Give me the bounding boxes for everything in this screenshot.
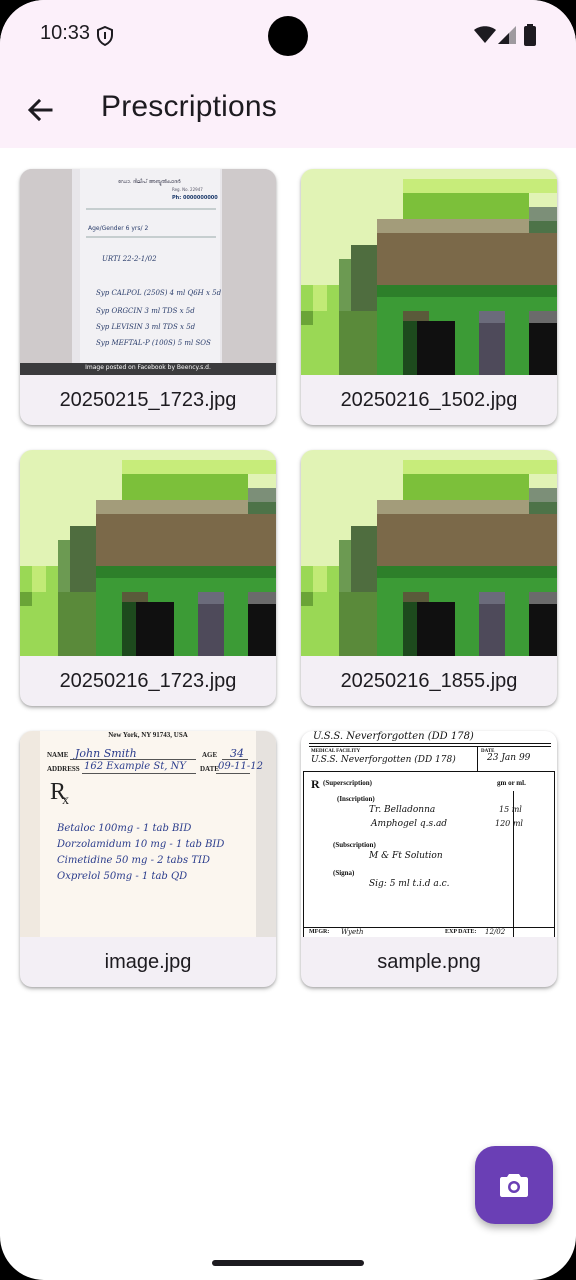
shield-icon	[97, 26, 113, 46]
camera-cutout	[268, 16, 308, 56]
image-filename: 20250215_1723.jpg	[59, 388, 237, 411]
photo-line-1: Age/Gender 6 yrs/ 2	[88, 225, 149, 232]
form-ship-top: U.S.S. Neverforgotten (DD 178)	[313, 731, 474, 742]
rx-paper-edge	[20, 731, 40, 937]
image-thumbnail	[20, 450, 276, 656]
photo-line-5: Syp LEVISIN 3 ml TDS x 5d	[96, 323, 196, 331]
camera-icon	[500, 1174, 528, 1197]
status-bar: 10:33	[0, 0, 576, 72]
form-facility-value: U.S.S. Neverforgotten (DD 178)	[311, 755, 456, 765]
form-exp-label: EXP DATE:	[445, 929, 477, 935]
image-thumbnail	[301, 450, 557, 656]
rx-address-value: 162 Example St, NY	[84, 761, 186, 772]
image-card[interactable]: U.S.S. Neverforgotten (DD 178) MEDICAL F…	[301, 731, 557, 987]
wifi-icon	[474, 26, 496, 43]
form-subscription: (Subscription)	[333, 841, 376, 849]
form-mid-rule	[303, 771, 555, 772]
image-card[interactable]: 20250216_1502.jpg	[301, 169, 557, 425]
form-inscription-line-2: Amphogel q.s.ad	[371, 819, 448, 829]
image-thumbnail: U.S.S. Neverforgotten (DD 178) MEDICAL F…	[301, 731, 557, 937]
arrow-back-icon	[27, 98, 53, 122]
form-top-rule-2	[309, 746, 551, 747]
rx-address-label: ADDRESS	[47, 765, 80, 773]
form-exp-value: 12/02	[485, 928, 506, 936]
form-date-divider	[477, 746, 478, 771]
photo-line-3: Syp CALPOL (250S) 4 ml Q6H x 5d	[96, 289, 222, 297]
svg-text:Reg. No. 22947: Reg. No. 22947	[172, 187, 203, 192]
image-filename: sample.png	[377, 950, 481, 973]
photo-caption-text: Image posted on Facebook by Beency.s.d.	[85, 364, 211, 371]
form-right-border	[554, 771, 555, 937]
screen: 10:33 Prescriptions ഡോ. ദിലീപ് അബ്ദുൽഖാദ…	[0, 0, 576, 1280]
rx-line-4: Oxprelol 50mg - 1 tab QD	[57, 871, 188, 882]
rx-header: New York, NY 91743, USA	[108, 731, 188, 739]
photo-line-2: URTI 22-2-1/02	[102, 255, 157, 263]
pixel-house-image	[20, 450, 276, 656]
rx-name-label: NAME	[47, 751, 69, 759]
form-inscription-qty-2: 120 ml	[495, 819, 523, 828]
form-mfgr-value: Wyeth	[341, 928, 364, 936]
back-button[interactable]	[14, 84, 66, 136]
rx-line-2: Dorzolamidum 10 mg - 1 tab BID	[57, 839, 225, 850]
image-filename: image.jpg	[104, 950, 192, 973]
image-filename: 20250216_1855.jpg	[340, 669, 518, 692]
rx-line-3: Cimetidine 50 mg - 2 tabs TID	[57, 855, 210, 866]
pixel-house-image	[301, 450, 557, 656]
rx-address-rule	[82, 773, 196, 774]
form-date-value: 23 Jan 99	[487, 753, 531, 763]
photo-caption: Image posted on Facebook by Beency.s.d.	[20, 363, 276, 375]
photo-line-6: Syp MEFTAL-P (100S) 5 ml SOS	[96, 339, 211, 347]
form-superscription: (Superscription)	[323, 779, 372, 787]
image-card[interactable]: New York, NY 91743, USA NAME John Smith …	[20, 731, 276, 987]
rx-line-1: Betaloc 100mg - 1 tab BID	[57, 823, 192, 834]
battery-icon	[524, 24, 536, 46]
form-facility-label: MEDICAL FACILITY	[311, 749, 361, 754]
status-time: 10:33	[40, 22, 91, 44]
rx-symbol-x: x	[62, 793, 69, 808]
form-units: gm or ml.	[497, 779, 526, 787]
form-left-border	[303, 771, 304, 937]
camera-fab-button[interactable]	[475, 1146, 553, 1224]
page-title: Prescriptions	[101, 90, 277, 123]
form-top-rule	[309, 743, 551, 744]
image-card[interactable]: ഡോ. ദിലീപ് അബ്ദുൽഖാദർ Reg. No. 22947 Ph:…	[20, 169, 276, 425]
pixel-house-image	[301, 169, 557, 375]
image-card[interactable]: 20250216_1723.jpg	[20, 450, 276, 706]
image-thumbnail	[301, 169, 557, 375]
image-thumbnail: New York, NY 91743, USA NAME John Smith …	[20, 731, 276, 937]
image-filename: 20250216_1502.jpg	[340, 388, 518, 411]
rx-age-label: AGE	[202, 751, 218, 759]
form-subscription-line: M & Ft Solution	[369, 851, 443, 861]
rx-name-rule	[70, 759, 196, 760]
form-mfgr-label: MFGR:	[309, 929, 330, 935]
image-card[interactable]: 20250216_1855.jpg	[301, 450, 557, 706]
rx-date-value: 09-11-12	[218, 761, 263, 772]
rx-date-rule	[216, 773, 250, 774]
form-signa: (Signa)	[333, 869, 355, 877]
rx-date-label: DATE	[200, 765, 219, 773]
rx-age-rule	[222, 759, 248, 760]
image-filename: 20250216_1723.jpg	[59, 669, 237, 692]
signal-icon	[498, 26, 516, 44]
form-inscription-line-1: Tr. Belladonna	[369, 805, 436, 815]
app-bar: Prescriptions	[0, 72, 576, 148]
svg-text:Ph: 0000000000: Ph: 0000000000	[172, 195, 218, 201]
photo-line-4: Syp ORGCIN 3 ml TDS x 5d	[96, 307, 195, 315]
form-inscription: (Inscription)	[337, 795, 375, 803]
form-rx-symbol: R	[311, 777, 320, 791]
home-indicator[interactable]	[212, 1260, 364, 1266]
image-thumbnail: ഡോ. ദിലീപ് അബ്ദുൽഖാദർ Reg. No. 22947 Ph:…	[20, 169, 276, 375]
form-signa-line: Sig: 5 ml t.i.d a.c.	[369, 879, 450, 889]
form-inscription-qty-1: 15 ml	[499, 805, 522, 814]
